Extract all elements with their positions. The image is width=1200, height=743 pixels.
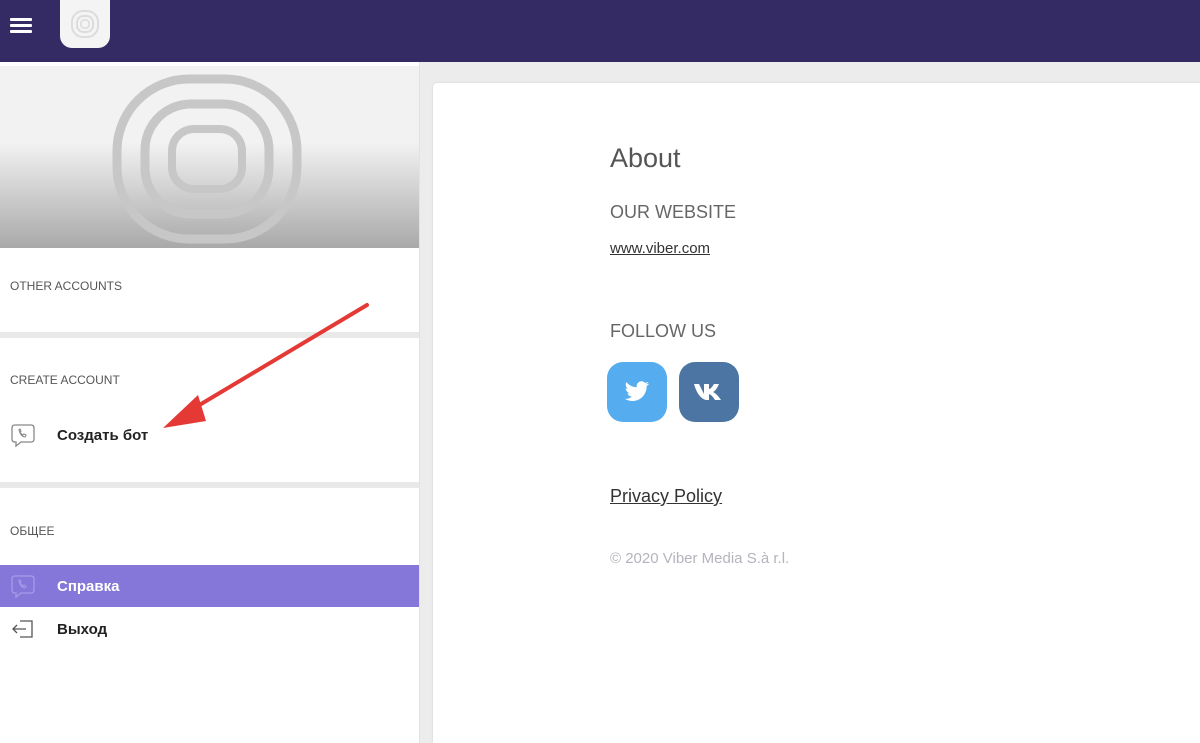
website-link[interactable]: www.viber.com	[610, 240, 710, 257]
twitter-icon	[624, 381, 650, 401]
divider	[0, 482, 419, 488]
viber-phone-icon	[10, 422, 36, 448]
sidebar: OTHER ACCOUNTS CREATE ACCOUNT Создать бо…	[0, 62, 420, 743]
create-account-label: CREATE ACCOUNT	[10, 373, 120, 387]
help-label: Справка	[57, 577, 120, 595]
hamburger-menu-icon[interactable]	[10, 16, 34, 36]
twitter-button[interactable]	[607, 362, 667, 422]
create-bot-label: Создать бот	[57, 426, 149, 444]
about-card: About OUR WEBSITE www.viber.com FOLLOW U…	[433, 83, 1200, 743]
account-banner	[0, 66, 419, 248]
other-accounts-label: OTHER ACCOUNTS	[10, 279, 123, 293]
viber-phone-icon	[10, 573, 36, 599]
about-title: About	[610, 143, 681, 173]
our-website-heading: OUR WEBSITE	[610, 202, 737, 222]
logout-label: Выход	[57, 620, 108, 638]
general-label: ОБЩЕЕ	[10, 524, 55, 538]
follow-us-heading: FOLLOW US	[610, 321, 717, 341]
copyright-text: © 2020 Viber Media S.à r.l.	[610, 550, 790, 567]
viber-logo-icon[interactable]	[60, 0, 110, 48]
divider	[0, 332, 419, 338]
privacy-policy-link[interactable]: Privacy Policy	[610, 486, 722, 507]
logout-item[interactable]: Выход	[0, 608, 419, 650]
logout-icon	[10, 616, 36, 642]
viber-logo-watermark-icon	[112, 74, 302, 244]
create-bot-item[interactable]: Создать бот	[0, 414, 419, 456]
help-item[interactable]: Справка	[0, 565, 419, 607]
vk-button[interactable]	[679, 362, 739, 422]
vk-icon	[694, 384, 721, 400]
top-bar	[0, 0, 1200, 62]
